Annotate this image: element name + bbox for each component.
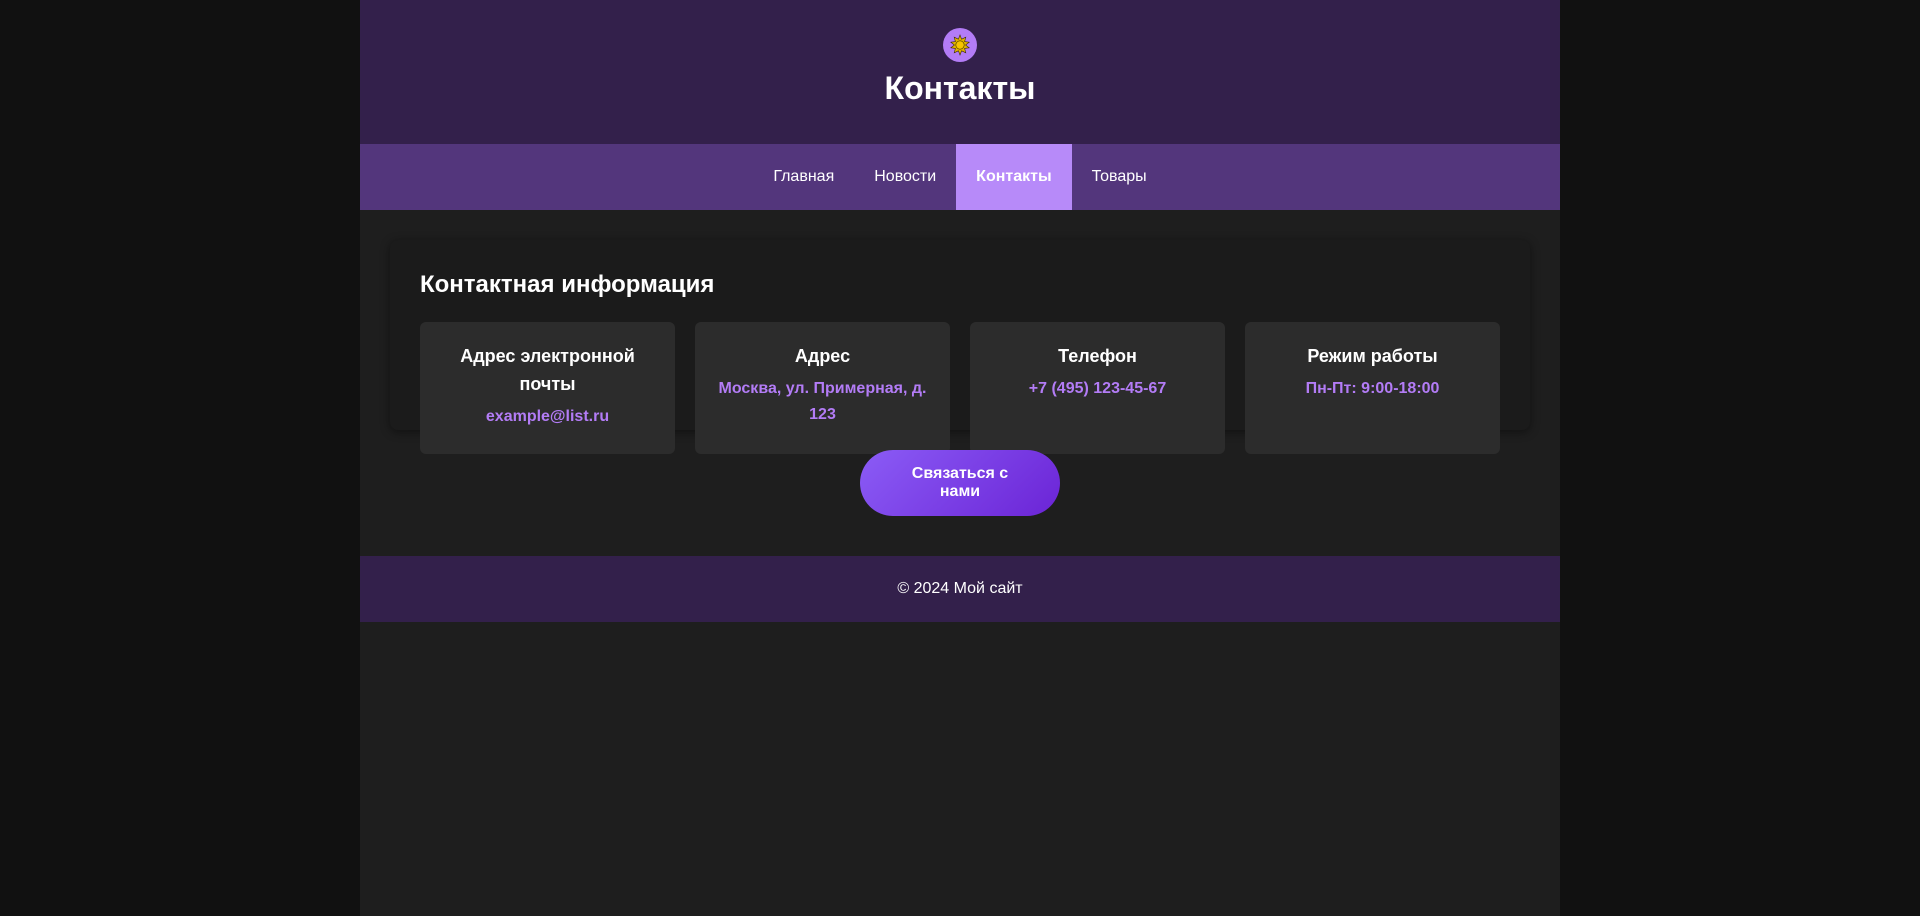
contact-item-value: Пн-Пт: 9:00-18:00 [1305, 380, 1440, 397]
contact-item-value: Москва, ул. Примерная, д. 123 [718, 380, 927, 423]
page-container: Контакты Главная Новости Контакты Товары… [360, 0, 1560, 916]
contact-item-label: Телефон [1058, 346, 1137, 366]
nav-item-home[interactable]: Главная [753, 144, 854, 210]
nav-item-news[interactable]: Новости [854, 144, 956, 210]
contact-item-value: +7 (495) 123-45-67 [1028, 380, 1167, 397]
contact-info-title: Контактная информация [420, 271, 715, 298]
page-title: Контакты [884, 70, 1036, 106]
site-footer: © 2024 Мой сайт [360, 556, 1560, 622]
main-content: Контактная информация Адрес электронной … [360, 210, 1560, 556]
main-nav: Главная Новости Контакты Товары [360, 144, 1560, 210]
contact-item-label: Адрес электронной почты [460, 346, 635, 394]
nav-item-contacts[interactable]: Контакты [956, 144, 1072, 210]
contact-us-button[interactable]: Связаться с нами [860, 450, 1060, 516]
nav-item-products[interactable]: Товары [1072, 144, 1167, 210]
sun-icon [943, 28, 977, 62]
contact-item-address: Адрес Москва, ул. Примерная, д. 123 [695, 322, 950, 454]
contact-item-value: example@list.ru [485, 408, 610, 425]
site-header: Контакты [360, 0, 1560, 144]
contact-info-card: Контактная информация Адрес электронной … [390, 240, 1530, 454]
contact-item-phone: Телефон +7 (495) 123-45-67 [970, 322, 1225, 454]
contact-item-label: Режим работы [1307, 346, 1438, 366]
contact-item-label: Адрес [794, 346, 851, 366]
contact-item-hours: Режим работы Пн-Пт: 9:00-18:00 [1245, 322, 1500, 454]
contact-item-email: Адрес электронной почты example@list.ru [420, 322, 675, 454]
footer-copyright: © 2024 Мой сайт [897, 580, 1023, 597]
